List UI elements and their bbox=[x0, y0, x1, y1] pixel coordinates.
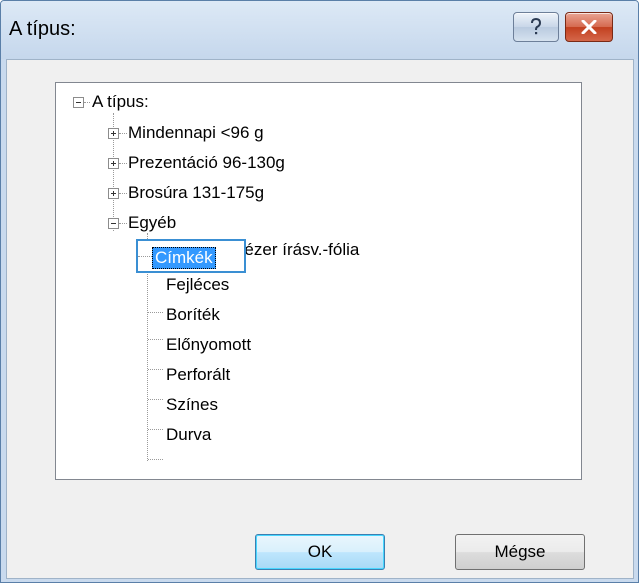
tree-connector-line bbox=[148, 459, 163, 460]
tree-node-prezentacio[interactable]: Prezentáció 96-130g bbox=[128, 151, 285, 175]
tree-node-elonyomott[interactable]: Előnyomott bbox=[166, 333, 251, 357]
help-button[interactable] bbox=[513, 12, 559, 42]
tree-connector-line bbox=[119, 193, 127, 194]
tree-connector-line bbox=[148, 369, 163, 370]
expand-toggle-mindennapi[interactable] bbox=[108, 128, 119, 139]
tree-node-brosura[interactable]: Brosúra 131-175g bbox=[128, 181, 264, 205]
tree-connector-line bbox=[138, 256, 152, 257]
tree-connector-line bbox=[148, 312, 163, 313]
tree-node-fejleces[interactable]: Fejléces bbox=[166, 273, 229, 297]
tree-connector-line bbox=[148, 339, 163, 340]
root-collapse-toggle[interactable] bbox=[73, 97, 84, 108]
collapse-toggle-egyeb[interactable] bbox=[108, 218, 119, 229]
tree-connector-line bbox=[148, 399, 163, 400]
title-bar[interactable]: A típus: bbox=[1, 1, 638, 59]
expand-toggle-prezentacio[interactable] bbox=[108, 158, 119, 169]
tree-node-mindennapi[interactable]: Mindennapi <96 g bbox=[128, 121, 264, 145]
tree-connector-line bbox=[119, 133, 127, 134]
tree-connector-line bbox=[148, 429, 163, 430]
close-icon bbox=[581, 20, 597, 34]
tree-connector-line bbox=[119, 163, 127, 164]
ok-button[interactable]: OK bbox=[255, 534, 385, 570]
expand-toggle-brosura[interactable] bbox=[108, 188, 119, 199]
dialog-title: A típus: bbox=[9, 18, 76, 40]
dialog-body: A típus: Mindennapi <96 g Prezentáció 96… bbox=[6, 59, 634, 579]
tree-node-root[interactable]: A típus: bbox=[92, 90, 149, 114]
tree-node-cimkek[interactable]: Címkék bbox=[152, 247, 216, 269]
selected-item-focus-box[interactable]: Címkék bbox=[136, 239, 246, 273]
question-mark-icon bbox=[531, 18, 542, 35]
tree-connector-line bbox=[119, 223, 127, 224]
tree-node-szines[interactable]: Színes bbox=[166, 393, 218, 417]
tree-connector-line bbox=[84, 102, 90, 103]
tree-node-perforalt[interactable]: Perforált bbox=[166, 363, 230, 387]
close-button[interactable] bbox=[565, 12, 613, 42]
tree-node-egyeb[interactable]: Egyéb bbox=[128, 211, 176, 235]
type-tree-view[interactable]: A típus: Mindennapi <96 g Prezentáció 96… bbox=[55, 82, 582, 480]
cancel-button[interactable]: Mégse bbox=[455, 534, 585, 570]
dialog-window: A típus: A típus: Mindennapi <96 g Preze… bbox=[0, 0, 639, 583]
tree-node-boritek[interactable]: Boríték bbox=[166, 303, 220, 327]
tree-node-durva[interactable]: Durva bbox=[166, 423, 211, 447]
